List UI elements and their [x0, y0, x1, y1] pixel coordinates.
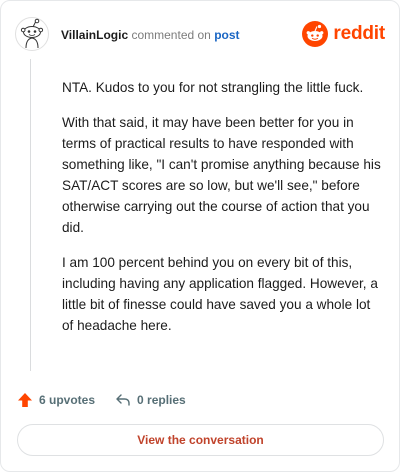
thread-line — [30, 59, 31, 371]
upvotes-count: 6 upvotes — [39, 393, 96, 407]
comment-body: NTA. Kudos to you for not strangling the… — [62, 77, 382, 350]
comment-header: VillainLogic commented on post reddit — [15, 15, 387, 55]
comment-actions: 6 upvotes 0 replies — [17, 389, 186, 411]
replies-count: 0 replies — [137, 393, 186, 407]
comment-paragraph: NTA. Kudos to you for not strangling the… — [62, 80, 364, 95]
reddit-logo-icon — [302, 21, 329, 47]
comment-paragraph: I am 100 percent behind you on every bit… — [62, 255, 378, 333]
reddit-comment-card: VillainLogic commented on post reddit NT… — [0, 0, 400, 472]
arrow-up-icon — [18, 393, 32, 407]
avatar-snoo-icon[interactable] — [15, 17, 49, 51]
comment-paragraph: With that said, it may have been better … — [62, 115, 381, 235]
username-link[interactable]: VillainLogic — [61, 28, 128, 42]
view-conversation-button[interactable]: View the conversation — [17, 424, 384, 456]
reply-arrow-icon — [116, 394, 130, 406]
comment-attribution: VillainLogic commented on post — [61, 28, 240, 42]
commented-on-text: commented on — [131, 28, 211, 42]
upvote-button[interactable]: 6 upvotes — [17, 392, 95, 408]
reddit-brand[interactable]: reddit — [302, 21, 385, 47]
post-link[interactable]: post — [214, 28, 239, 42]
replies-button[interactable]: 0 replies — [115, 392, 186, 408]
reddit-wordmark: reddit — [333, 23, 385, 44]
